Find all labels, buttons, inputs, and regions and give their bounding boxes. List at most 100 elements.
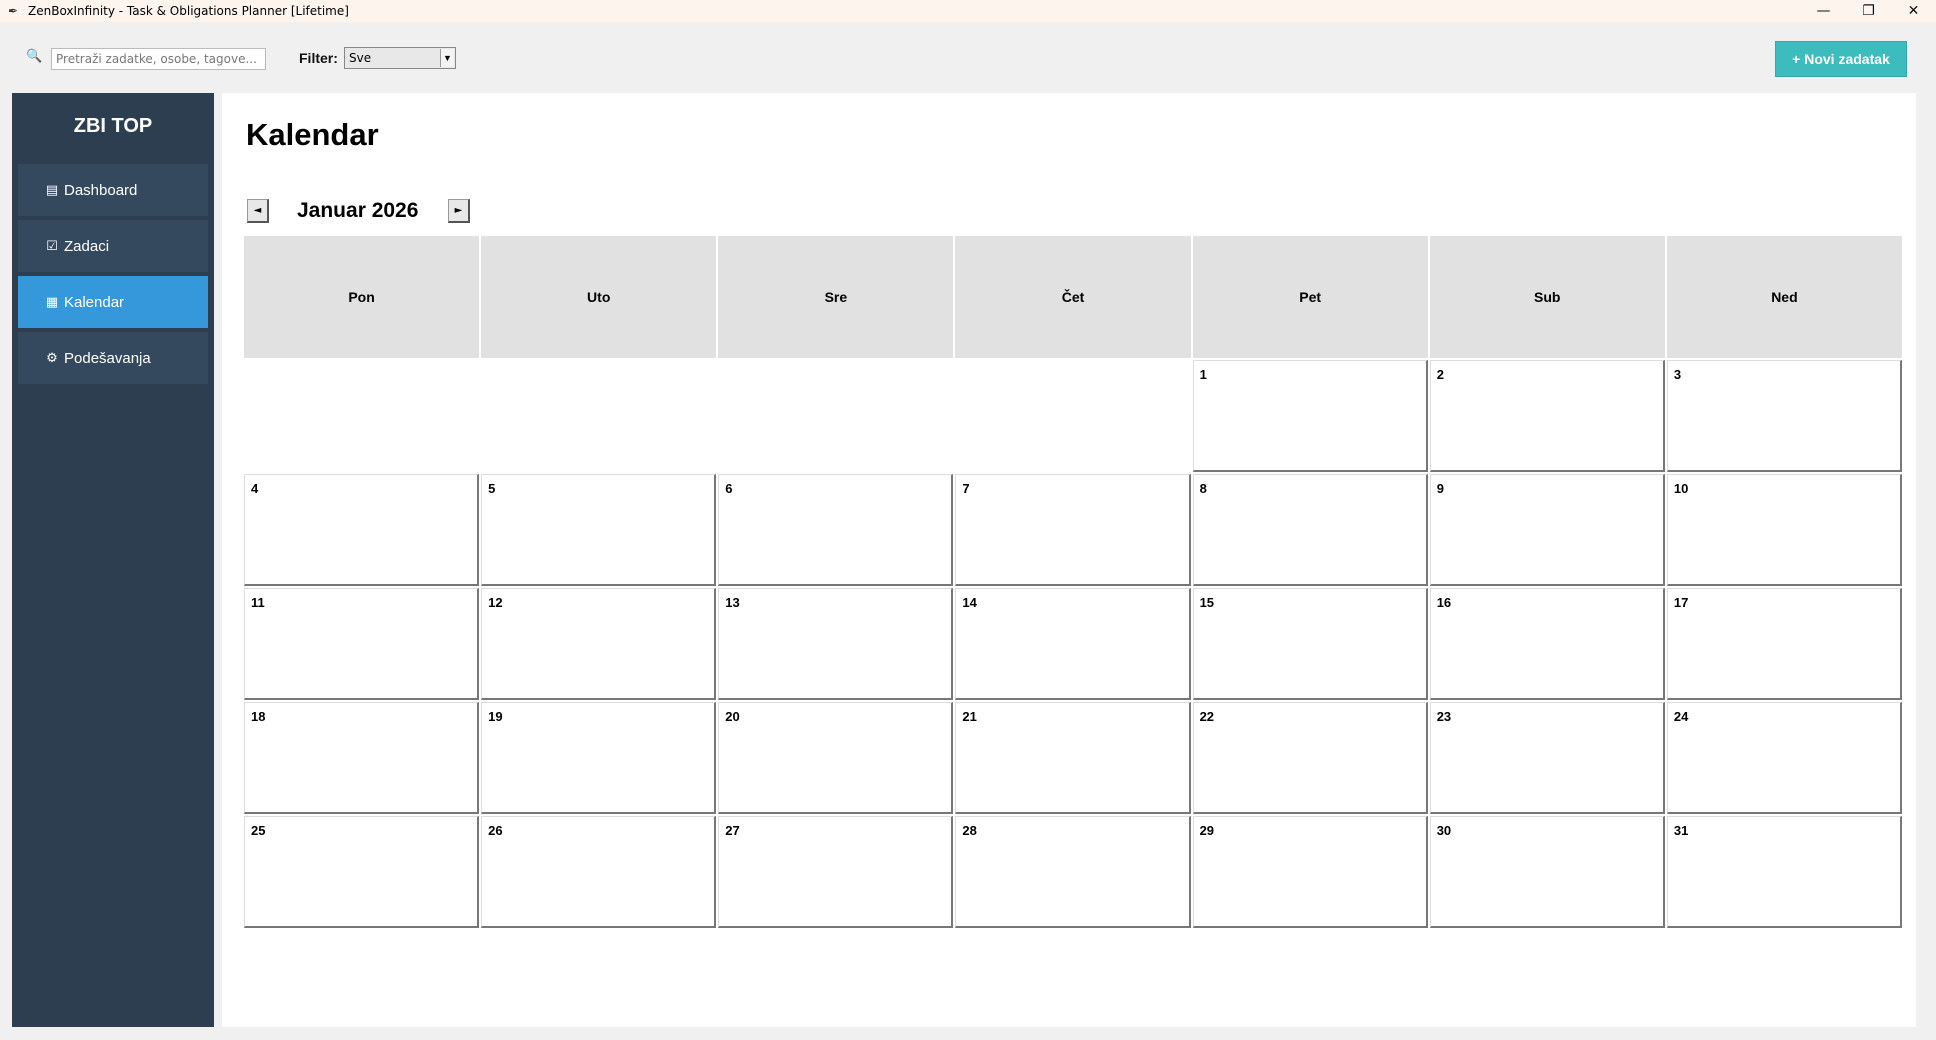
close-icon[interactable]: ✕ [1891,0,1936,22]
calendar-empty-cell [244,360,480,472]
weekday-header-cell: Uto [481,236,717,358]
app-window: ✒ ZenBoxInfinity - Task & Obligations Pl… [0,0,1936,1040]
calendar-empty-cell [481,360,717,472]
weekday-header-cell: Čet [955,236,1191,358]
day-number: 19 [488,709,503,724]
calendar-day-cell[interactable]: 13 [718,588,954,700]
day-number: 20 [725,709,740,724]
day-number: 30 [1436,823,1452,838]
calendar-day-cell[interactable]: 29 [1192,816,1428,928]
calendar-day-cell[interactable]: 12 [481,588,717,700]
prev-month-button[interactable]: ◄ [247,199,269,223]
sidebar-item-kalendar[interactable]: ▦ Kalendar [18,276,208,328]
day-number: 15 [1199,595,1215,610]
sidebar-item-label: Podešavanja [64,349,151,367]
calendar-day-cell[interactable]: 28 [955,816,1191,928]
checkbox-icon: ☑ [46,238,58,254]
day-number: 22 [1199,709,1215,724]
calendar-day-cell[interactable]: 15 [1192,588,1428,700]
day-number: 4 [251,481,259,496]
restore-icon[interactable]: ❐ [1846,0,1891,22]
calendar-day-cell[interactable]: 27 [718,816,954,928]
calendar-day-cell[interactable]: 5 [481,474,717,586]
calendar-day-cell[interactable]: 16 [1429,588,1665,700]
search-input[interactable] [51,48,266,70]
calendar-day-cell[interactable]: 19 [481,702,717,814]
weekday-header-cell: Ned [1666,236,1902,358]
calendar-day-cell[interactable]: 1 [1192,360,1428,472]
title-bar: ✒ ZenBoxInfinity - Task & Obligations Pl… [0,0,1936,22]
calendar-day-cell[interactable]: 18 [244,702,480,814]
day-number: 3 [1673,367,1682,382]
day-number: 21 [962,709,977,724]
sidebar-item-dashboard[interactable]: ▤ Dashboard [18,164,208,216]
calendar-icon: ▦ [45,294,59,310]
calendar-day-cell[interactable]: 3 [1666,360,1902,472]
day-number: 10 [1673,481,1689,496]
calendar-day-cell[interactable]: 20 [718,702,954,814]
chart-icon: ▤ [45,182,59,198]
calendar-days: 1 2 3 4 5 6 7 8 9 10 11 12 13 14 15 16 17 18 19 20 21 22 23 24 2… [244,360,1902,928]
day-number: 13 [725,595,740,610]
filter-select[interactable]: Sve ▼ [344,47,456,69]
calendar-empty-cell [718,360,954,472]
day-number: 1 [1199,367,1207,382]
day-number: 16 [1436,595,1452,610]
calendar-day-cell[interactable]: 4 [244,474,480,586]
calendar-day-cell[interactable]: 11 [244,588,480,700]
day-number: 31 [1673,823,1689,838]
day-number: 7 [962,481,970,496]
calendar-day-cell[interactable]: 26 [481,816,717,928]
day-number: 26 [488,823,503,838]
weekday-header-cell: Sre [718,236,954,358]
day-number: 24 [1673,709,1689,724]
main-content: Kalendar ◄ Januar 2026 ► Pon Uto Sre Čet… [222,93,1916,1027]
calendar-empty-cell [955,360,1191,472]
calendar-day-cell[interactable]: 24 [1666,702,1902,814]
calendar-day-cell[interactable]: 2 [1429,360,1665,472]
weekday-header-cell: Pon [244,236,480,358]
day-number: 28 [962,823,977,838]
filter-value: Sve [349,51,372,65]
calendar-day-cell[interactable]: 23 [1429,702,1665,814]
page-title: Kalendar [246,117,379,152]
weekday-header-cell: Sub [1429,236,1665,358]
sidebar: ZBI TOP ▤ Dashboard ☑ Zadaci ▦ Kalendar … [12,93,214,1027]
calendar-day-cell[interactable]: 22 [1192,702,1428,814]
window-controls: — ❐ ✕ [1801,0,1936,22]
calendar-day-cell[interactable]: 31 [1666,816,1902,928]
calendar-day-cell[interactable]: 21 [955,702,1191,814]
day-number: 14 [962,595,977,610]
new-task-button[interactable]: + Novi zadatak [1775,41,1907,77]
day-number: 5 [488,481,496,496]
next-month-button[interactable]: ► [448,199,470,223]
calendar-day-cell[interactable]: 30 [1429,816,1665,928]
calendar-day-cell[interactable]: 14 [955,588,1191,700]
sidebar-item-podesavanja[interactable]: ⚙ Podešavanja [18,332,208,384]
weekday-header: Pon Uto Sre Čet Pet Sub Ned [244,236,1902,358]
weekday-header-cell: Pet [1192,236,1428,358]
minimize-icon[interactable]: — [1801,0,1846,22]
calendar-day-cell[interactable]: 8 [1192,474,1428,586]
gear-icon: ⚙ [46,350,58,366]
calendar-day-cell[interactable]: 9 [1429,474,1665,586]
toolbar: 🔍 Filter: Sve ▼ + Novi zadatak [0,22,1936,93]
calendar-day-cell[interactable]: 10 [1666,474,1902,586]
calendar-day-cell[interactable]: 6 [718,474,954,586]
day-number: 25 [251,823,266,838]
search-icon: 🔍 [26,49,43,64]
calendar-day-cell[interactable]: 17 [1666,588,1902,700]
day-number: 11 [251,595,265,610]
calendar-grid: Pon Uto Sre Čet Pet Sub Ned 1 2 3 4 5 6 7 8 9 10 1… [244,236,1902,928]
day-number: 27 [725,823,740,838]
day-number: 12 [488,595,503,610]
feather-icon: ✒ [8,4,19,18]
sidebar-item-zadaci[interactable]: ☑ Zadaci [18,220,208,272]
calendar-day-cell[interactable]: 7 [955,474,1191,586]
window-title: ZenBoxInfinity - Task & Obligations Plan… [28,4,349,18]
brand-title: ZBI TOP [73,115,153,137]
calendar-day-cell[interactable]: 25 [244,816,480,928]
filter-label: Filter: [299,50,338,66]
day-number: 9 [1436,481,1444,496]
chevron-down-icon[interactable]: ▼ [440,49,454,67]
